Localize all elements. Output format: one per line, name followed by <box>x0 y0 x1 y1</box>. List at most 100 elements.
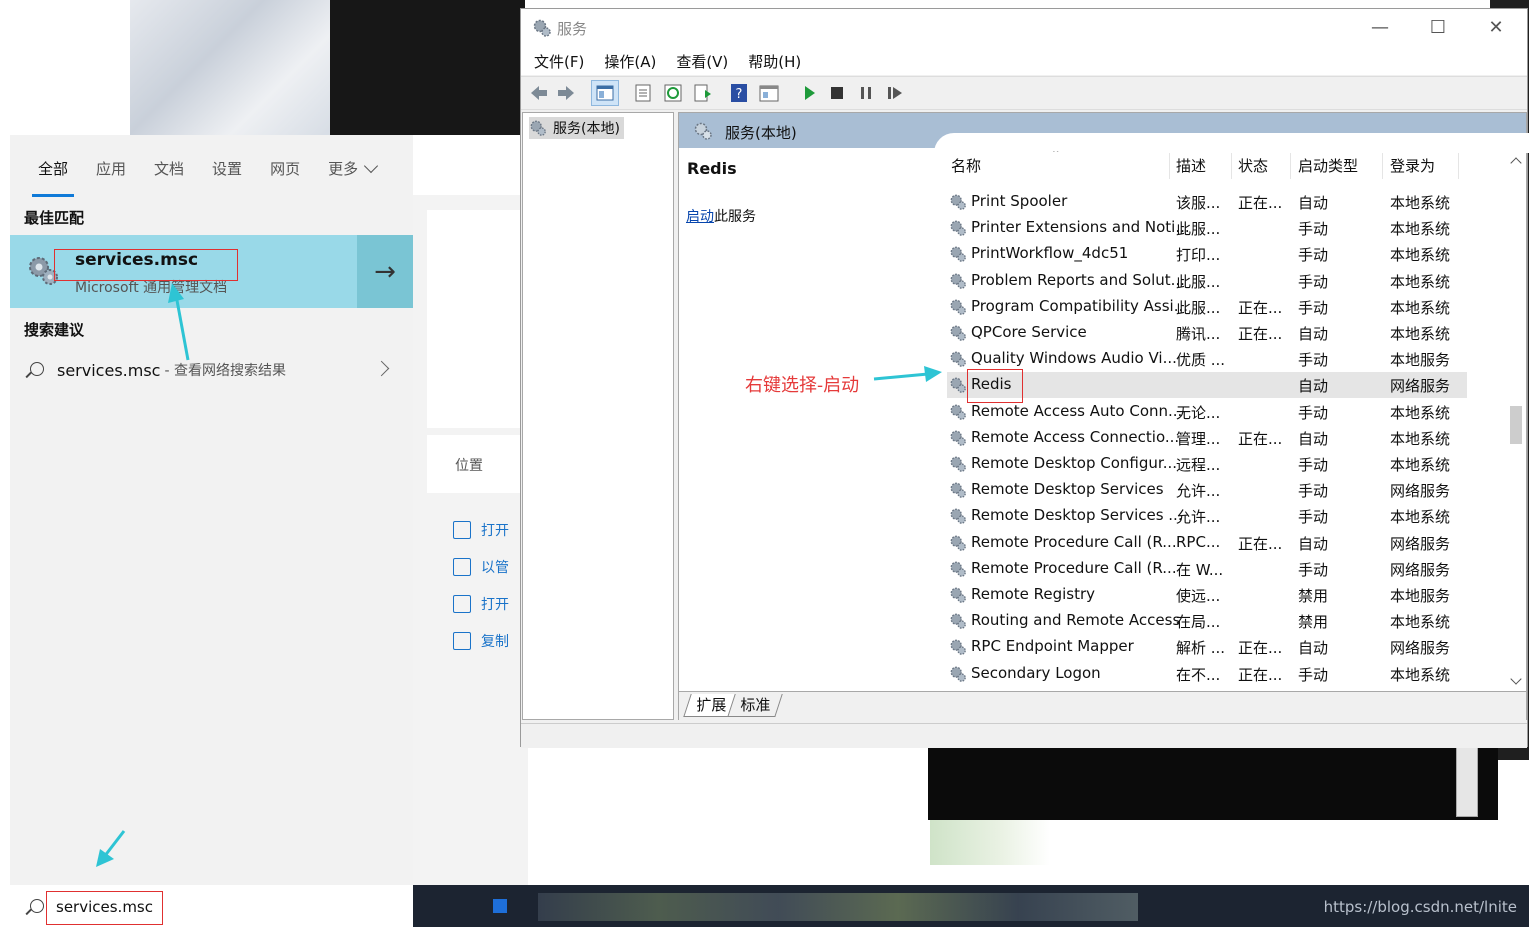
service-name: Remote Registry <box>971 585 1096 603</box>
service-name: Printer Extensions and Noti... <box>971 218 1190 237</box>
scroll-thumb[interactable] <box>1510 406 1522 444</box>
service-startup-type: 手动 <box>1298 482 1329 501</box>
column-divider[interactable] <box>1231 153 1232 179</box>
service-row[interactable]: Remote Desktop Configur... 远程... 手动 本地系统 <box>947 451 1467 477</box>
column-header-description[interactable]: 描述 <box>1176 155 1206 176</box>
arrow-right-icon: → <box>374 256 396 287</box>
close-button[interactable]: ✕ <box>1467 13 1525 41</box>
service-name: Remote Procedure Call (R... <box>971 532 1177 551</box>
tab-all[interactable]: 全部 <box>31 158 75 197</box>
menu-view[interactable]: 查看(V) <box>676 51 728 72</box>
view-tabs: 扩展 标准 <box>679 691 1526 721</box>
service-startup-type: 手动 <box>1298 351 1329 370</box>
service-row[interactable]: Redis 自动 网络服务 <box>947 369 1467 404</box>
refresh-icon[interactable] <box>663 83 683 103</box>
start-service-icon[interactable] <box>799 83 819 103</box>
service-gear-icon <box>949 481 967 499</box>
service-log-on-as: 本地系统 <box>1390 613 1451 632</box>
action-copy-path[interactable]: 复制 <box>453 629 509 653</box>
blurred-region <box>130 0 330 135</box>
service-row[interactable]: Remote Access Auto Conn... 无论... 手动 本地系统 <box>947 399 1467 425</box>
menu-file[interactable]: 文件(F) <box>534 51 584 72</box>
taskbar-app-icon[interactable] <box>493 899 507 913</box>
start-service-suffix: 此服务 <box>714 209 756 225</box>
column-header-name[interactable]: 名称 <box>951 155 981 176</box>
menu-action[interactable]: 操作(A) <box>604 51 656 72</box>
column-divider[interactable] <box>1458 153 1459 179</box>
service-row[interactable]: Quality Windows Audio Vi... 优质 ... 手动 本地服务 <box>947 346 1467 372</box>
background-window-dark <box>928 747 1498 820</box>
scroll-down-icon[interactable] <box>1510 673 1522 685</box>
service-description: 在 W... <box>1176 560 1224 579</box>
action-open[interactable]: 打开 <box>453 518 509 542</box>
open-arrow-button[interactable]: → <box>357 235 413 308</box>
tab-standard[interactable]: 标准 <box>727 694 783 717</box>
column-header-startup-type[interactable]: 启动类型 <box>1298 155 1358 176</box>
column-divider[interactable] <box>1382 153 1383 179</box>
service-gear-icon <box>949 560 967 578</box>
service-row[interactable]: Print Spooler 该服... 正在... 自动 本地系统 <box>947 189 1467 215</box>
service-row[interactable]: Remote Desktop Services 允许... 手动 网络服务 <box>947 477 1467 503</box>
restart-service-icon[interactable] <box>885 83 905 103</box>
service-row[interactable]: Remote Procedure Call (R... 在 W... 手动 网络服务 <box>947 556 1467 582</box>
column-divider[interactable] <box>1169 153 1170 179</box>
search-suggestion[interactable]: services.msc - 查看网络搜索结果 <box>10 350 413 390</box>
service-name: Remote Desktop Services <box>971 480 1164 499</box>
taskbar: https://blog.csdn.net/lnite <box>413 885 1529 927</box>
service-row[interactable]: Program Compatibility Assi... 此服... 正在... 手… <box>947 294 1467 320</box>
column-header-status[interactable]: 状态 <box>1238 155 1268 176</box>
tab-apps[interactable]: 应用 <box>96 158 126 197</box>
properties-icon[interactable] <box>633 83 653 103</box>
service-row[interactable]: Remote Registry 使远... 禁用 本地服务 <box>947 582 1467 608</box>
blurred-region-green <box>930 820 1050 865</box>
maximize-button[interactable]: ☐ <box>1409 13 1467 41</box>
service-row[interactable]: Remote Desktop Services ... 允许... 手动 本地系统 <box>947 503 1467 529</box>
service-log-on-as: 本地系统 <box>1390 298 1451 317</box>
action-open-location[interactable]: 打开 <box>453 592 509 616</box>
window-title: 服务 <box>557 20 588 38</box>
vertical-scrollbar[interactable] <box>1507 151 1524 691</box>
service-row[interactable]: PrintWorkflow_4dc51 打印... 手动 本地系统 <box>947 241 1467 267</box>
forward-icon[interactable] <box>556 83 576 103</box>
stop-service-icon[interactable] <box>827 83 847 103</box>
service-startup-type: 自动 <box>1298 377 1329 396</box>
tab-documents[interactable]: 文档 <box>154 158 184 197</box>
service-row[interactable]: Printer Extensions and Noti... 此服... 手动 本地系… <box>947 215 1467 241</box>
action-run-as-admin[interactable]: 以管 <box>453 555 509 579</box>
tree-item-services-local[interactable]: 服务(本地) <box>529 117 624 139</box>
minimize-button[interactable]: — <box>1351 13 1409 41</box>
service-name: Secondary Logon <box>971 663 1101 682</box>
service-row[interactable]: RPC Endpoint Mapper 解析 ... 正在... 自动 网络服务 <box>947 634 1467 660</box>
service-row[interactable]: Routing and Remote Access 在局... 禁用 本地系统 <box>947 608 1467 634</box>
tab-web[interactable]: 网页 <box>270 158 300 197</box>
service-row[interactable]: QPCore Service 腾讯... 正在... 自动 本地系统 <box>947 320 1467 346</box>
service-description: 允许... <box>1176 482 1221 501</box>
title-bar[interactable]: 服务 — ☐ ✕ <box>521 9 1527 47</box>
pause-service-icon[interactable] <box>856 83 876 103</box>
view-icon[interactable] <box>759 83 779 103</box>
service-row[interactable]: Secondary Logon 在不... 正在... 手动 本地系统 <box>947 661 1467 687</box>
scroll-up-icon[interactable] <box>1510 157 1522 169</box>
export-list-icon[interactable] <box>693 83 713 103</box>
service-gear-icon <box>949 638 967 656</box>
location-label: 位置 <box>455 458 483 474</box>
taskbar-search-box[interactable]: services.msc <box>10 885 413 927</box>
menu-help[interactable]: 帮助(H) <box>748 51 801 72</box>
service-log-on-as: 本地服务 <box>1390 351 1451 370</box>
start-service-link[interactable]: 启动 <box>686 209 714 225</box>
back-icon[interactable] <box>529 83 549 103</box>
service-row[interactable]: Remote Access Connectio... 管理... 正在... 自动 本地… <box>947 425 1467 451</box>
services-pane: 服务(本地) Redis 启动此服务 名称 ^ 描述 状态 启动类型 登录为 P… <box>678 112 1529 721</box>
tab-settings[interactable]: 设置 <box>212 158 242 197</box>
service-description: 管理... <box>1176 429 1221 448</box>
service-row[interactable]: Remote Procedure Call (R... RPC... 正在... 自动… <box>947 530 1467 556</box>
service-description: 远程... <box>1176 456 1221 474</box>
service-row[interactable]: Problem Reports and Solut... 此服... 手动 本地系统 <box>947 268 1467 294</box>
column-header-log-on-as[interactable]: 登录为 <box>1390 155 1435 176</box>
help-icon[interactable]: ? <box>729 83 749 103</box>
service-startup-type: 禁用 <box>1298 613 1329 632</box>
tab-more[interactable]: 更多 <box>328 158 379 197</box>
column-divider[interactable] <box>1290 153 1291 179</box>
service-gear-icon <box>949 534 967 552</box>
show-hide-tree-button[interactable] <box>591 80 619 106</box>
